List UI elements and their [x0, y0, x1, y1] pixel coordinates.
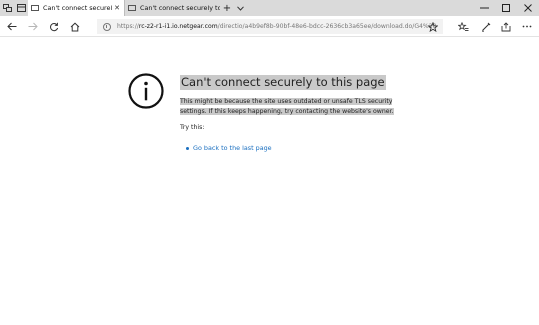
tab-title: Can't connect securely to th — [140, 4, 220, 12]
suggestion-list-item: Go back to the last page — [186, 144, 272, 152]
page-icon — [128, 5, 136, 11]
url-path: /directio/a4b9ef8b-90bf-48e6-bdcc-2636cb… — [217, 23, 437, 30]
tab-strip-spacer — [246, 0, 473, 16]
new-tab-button[interactable]: + — [220, 0, 234, 16]
back-arrow-icon[interactable] — [4, 19, 20, 34]
tab-active[interactable]: Can't connect securely t ✕ — [28, 0, 124, 16]
browser-window: Can't connect securely t ✕ Can't connect… — [0, 0, 539, 325]
tab-inactive[interactable]: Can't connect securely to th — [124, 0, 220, 16]
tab-title: Can't connect securely t — [43, 4, 112, 12]
favorites-list-icon[interactable] — [455, 19, 471, 34]
error-description-text: This might be because the site uses outd… — [180, 98, 394, 115]
set-aside-tabs-icon[interactable] — [0, 0, 14, 16]
close-window-icon[interactable] — [517, 0, 539, 16]
try-this-label: Try this: — [180, 124, 205, 131]
page-icon — [31, 5, 39, 11]
share-icon[interactable] — [498, 19, 514, 34]
refresh-icon[interactable] — [46, 19, 62, 34]
star-icon[interactable] — [426, 19, 440, 34]
close-tab-icon[interactable]: ✕ — [112, 4, 122, 12]
tab-preview-chevron-icon[interactable] — [234, 0, 246, 16]
maximize-icon[interactable] — [495, 0, 517, 16]
page-title: Can't connect securely to this page — [180, 75, 386, 90]
go-back-link[interactable]: Go back to the last page — [193, 144, 272, 152]
forward-arrow-icon[interactable] — [25, 19, 41, 34]
pen-notes-icon[interactable] — [478, 19, 494, 34]
site-info-icon[interactable] — [103, 22, 111, 31]
minimize-icon[interactable] — [473, 0, 495, 16]
info-circle-icon — [128, 73, 164, 109]
more-menu-icon[interactable] — [519, 19, 535, 34]
bullet-icon — [186, 146, 189, 150]
url-host: rc-z2-r1-i1.io.netgear.com — [138, 23, 218, 30]
tab-strip: Can't connect securely t ✕ Can't connect… — [0, 0, 539, 16]
home-icon[interactable] — [67, 19, 83, 34]
error-description: This might be because the site uses outd… — [180, 97, 410, 116]
address-bar[interactable]: https://rc-z2-r1-i1.io.netgear.com/direc… — [97, 19, 443, 34]
navigation-bar: https://rc-z2-r1-i1.io.netgear.com/direc… — [0, 16, 539, 37]
url-scheme: https:// — [117, 23, 139, 30]
tabs-aside-icon[interactable] — [14, 0, 28, 16]
page-content: Can't connect securely to this page This… — [0, 37, 539, 325]
